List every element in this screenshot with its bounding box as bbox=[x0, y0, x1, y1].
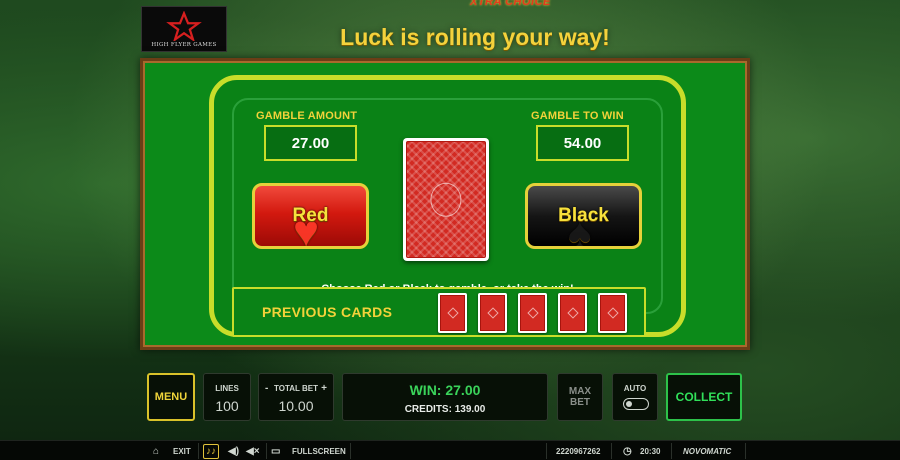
total-bet-value: 10.00 bbox=[278, 398, 314, 414]
max-bet-label-2: BET bbox=[570, 397, 590, 408]
gamble-to-win-label: GAMBLE TO WIN bbox=[531, 110, 624, 122]
home-icon[interactable]: ⌂ bbox=[153, 441, 159, 460]
mute-icon[interactable]: ◀× bbox=[246, 441, 260, 460]
max-bet-button[interactable]: MAX BET bbox=[557, 373, 603, 421]
previous-cards-label: PREVIOUS CARDS bbox=[262, 304, 393, 320]
game-title-tag: XTRA CHOICE bbox=[470, 0, 551, 8]
card-back bbox=[406, 141, 486, 258]
autoplay-toggle[interactable] bbox=[623, 398, 649, 410]
win-amount: WIN: 27.00 bbox=[409, 382, 481, 398]
status-bar: ⌂ EXIT ♪♪ ◀) ◀× ▭ FULLSCREEN 2220967262 … bbox=[0, 440, 900, 460]
win-display: WIN: 27.00 CREDITS: 139.00 bbox=[342, 373, 548, 421]
fullscreen-icon[interactable]: ▭ bbox=[271, 441, 280, 460]
logo-text: HIGH FLYER GAMES bbox=[151, 41, 217, 48]
bet-increase-button[interactable]: + bbox=[321, 383, 327, 394]
gamble-amount-value: 27.00 bbox=[264, 125, 357, 161]
previous-cards-panel: PREVIOUS CARDS bbox=[232, 287, 646, 337]
lines-selector[interactable]: LINES 100 bbox=[203, 373, 251, 421]
session-id: 2220967262 bbox=[556, 446, 601, 456]
total-bet-control: - TOTAL BET + 10.00 bbox=[258, 373, 334, 421]
previous-card bbox=[518, 293, 547, 333]
previous-card bbox=[558, 293, 587, 333]
headline: Luck is rolling your way! bbox=[340, 24, 610, 50]
red-button-label: Red bbox=[292, 205, 329, 226]
max-bet-label-1: MAX bbox=[568, 386, 592, 397]
menu-button[interactable]: MENU bbox=[147, 373, 195, 421]
gamble-to-win-value: 54.00 bbox=[536, 125, 629, 161]
star-logo-icon bbox=[166, 10, 202, 41]
red-button[interactable]: ♥ Red bbox=[252, 183, 369, 249]
sound-fx-icon[interactable]: ♪♪ bbox=[203, 441, 219, 460]
sound-on-icon[interactable]: ◀) bbox=[228, 441, 239, 460]
studio-logo: HIGH FLYER GAMES bbox=[141, 6, 227, 52]
black-button-label: Black bbox=[558, 205, 609, 226]
lines-label: LINES bbox=[215, 384, 239, 393]
clock-icon: ◷ bbox=[623, 445, 632, 457]
brand-logo: NOVOMATIC bbox=[683, 446, 732, 456]
previous-card bbox=[438, 293, 467, 333]
credits-amount: CREDITS: 139.00 bbox=[404, 404, 486, 415]
previous-card bbox=[478, 293, 507, 333]
exit-link[interactable]: EXIT bbox=[173, 441, 191, 460]
fullscreen-link[interactable]: FULLSCREEN bbox=[292, 441, 346, 460]
autoplay-control: AUTO bbox=[612, 373, 658, 421]
auto-label: AUTO bbox=[623, 384, 647, 393]
black-button[interactable]: ♠ Black bbox=[525, 183, 642, 249]
collect-button[interactable]: COLLECT bbox=[666, 373, 742, 421]
lines-value: 100 bbox=[215, 398, 239, 414]
gamble-card bbox=[403, 138, 489, 261]
previous-card bbox=[598, 293, 627, 333]
gamble-amount-label: GAMBLE AMOUNT bbox=[256, 110, 358, 122]
clock-time: 20:30 bbox=[640, 446, 661, 456]
